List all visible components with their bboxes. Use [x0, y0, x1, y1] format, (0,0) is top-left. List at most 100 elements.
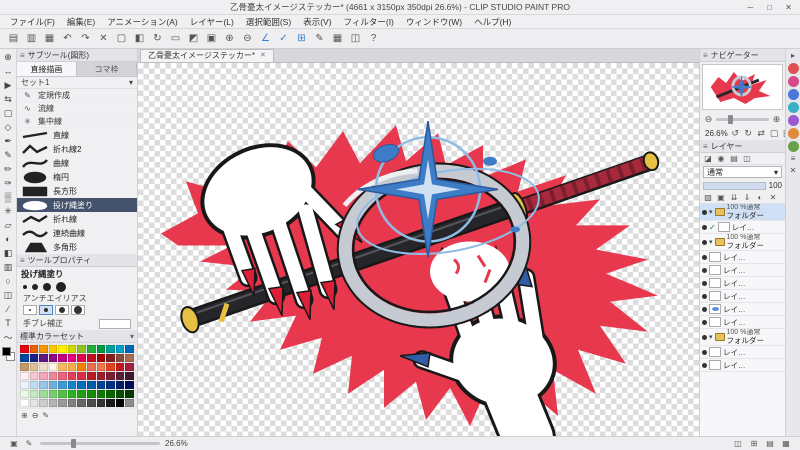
color-swatch[interactable]	[48, 381, 58, 389]
subtool-group-1[interactable]: ✎ 定規作成	[17, 89, 137, 102]
pencil-tool[interactable]: ✏	[1, 162, 16, 176]
merge-down-icon[interactable]: ⇓	[742, 193, 752, 202]
deselect-icon[interactable]: ▭	[167, 31, 184, 47]
zoom-out-icon[interactable]: ⊖	[703, 114, 714, 125]
line-correction-tool[interactable]: 〜	[1, 330, 16, 344]
flip-horizontal-icon[interactable]: ⇄	[756, 128, 767, 139]
new-layer-icon[interactable]: ▧	[703, 193, 713, 202]
text-tool[interactable]: T	[1, 316, 16, 330]
color-swatch[interactable]	[58, 345, 67, 353]
transfer-down-icon[interactable]: ⇊	[729, 193, 739, 202]
color-swatch[interactable]	[125, 381, 134, 389]
layer-row[interactable]: レイ…	[700, 303, 785, 316]
color-swatch[interactable]	[29, 390, 39, 398]
color-swatch[interactable]	[87, 372, 96, 380]
color-swatch[interactable]	[87, 390, 96, 398]
delete-outside-selection-icon[interactable]: ▢	[113, 31, 130, 47]
subtool-item-9[interactable]: 多角形	[17, 240, 137, 254]
color-swatch[interactable]	[67, 372, 77, 380]
two-pane-icon[interactable]: ◫	[742, 154, 752, 163]
color-swatch[interactable]	[77, 390, 87, 398]
color-swatch[interactable]	[115, 390, 125, 398]
subtool-item-8[interactable]: 連続曲線	[17, 226, 137, 240]
chevron-down-icon[interactable]: ▾	[130, 332, 134, 341]
visibility-eye-icon[interactable]	[702, 349, 707, 355]
zoom-tool[interactable]: ⊕	[1, 50, 16, 64]
layer-row[interactable]: ✓ レイ…	[700, 221, 785, 234]
visibility-eye-icon[interactable]	[702, 306, 707, 312]
color-swatch[interactable]	[20, 399, 29, 407]
subtool-tab-1[interactable]: 直接描画	[17, 62, 77, 76]
pen-settings-icon[interactable]: ✎	[311, 31, 328, 47]
grid-toggle-icon[interactable]: ▦	[329, 31, 346, 47]
color-swatch[interactable]	[115, 399, 125, 407]
main-color-swatch[interactable]	[1, 347, 11, 356]
material-list-icon[interactable]: ≡	[787, 154, 799, 164]
color-swatch[interactable]	[39, 345, 48, 353]
edit-color-icon[interactable]: ✎	[42, 411, 49, 420]
layer-color-icon[interactable]: ◪	[703, 154, 713, 163]
color-swatch[interactable]	[29, 381, 39, 389]
color-swatch[interactable]	[29, 372, 39, 380]
visibility-eye-icon[interactable]	[702, 280, 707, 286]
color-swatch[interactable]	[96, 372, 106, 380]
material-download-icon[interactable]	[787, 76, 799, 87]
color-swatch[interactable]	[115, 363, 125, 371]
color-swatch[interactable]	[106, 354, 115, 362]
pen-tool[interactable]: ✎	[1, 148, 16, 162]
visibility-eye-icon[interactable]	[702, 334, 707, 340]
material-3d-icon[interactable]	[787, 141, 799, 152]
grid-status-icon[interactable]: ⊞	[748, 439, 760, 448]
material-monochrome-icon[interactable]	[787, 102, 799, 113]
collapse-panel-icon[interactable]: ▸	[787, 51, 799, 61]
color-swatch[interactable]	[48, 363, 58, 371]
snap-grid-icon[interactable]: ⊞	[293, 31, 310, 47]
color-swatch[interactable]	[125, 354, 134, 362]
move-tool[interactable]: ↔	[1, 64, 16, 78]
color-swatch[interactable]	[106, 372, 115, 380]
redo-icon[interactable]: ↷	[77, 31, 94, 47]
operation-tool[interactable]: ▶	[1, 78, 16, 92]
color-swatch[interactable]	[29, 363, 39, 371]
layer-search-icon[interactable]: ◉	[716, 154, 726, 163]
maximize-button[interactable]: □	[760, 0, 779, 14]
layer-row[interactable]: レイ…	[700, 346, 785, 359]
color-swatch[interactable]	[20, 390, 29, 398]
color-swatch[interactable]	[48, 345, 58, 353]
ruler-tool[interactable]: ∕	[1, 302, 16, 316]
canvas-document[interactable]	[138, 63, 699, 436]
zoom-slider[interactable]	[716, 114, 769, 124]
color-swatch[interactable]	[39, 390, 48, 398]
color-swatch[interactable]	[115, 345, 125, 353]
fill-tool[interactable]: ◧	[1, 246, 16, 260]
rotate-left-icon[interactable]: ↺	[730, 128, 741, 139]
visibility-eye-icon[interactable]	[702, 293, 707, 299]
color-swatch[interactable]	[48, 390, 58, 398]
airbrush-tool[interactable]: ▒	[1, 190, 16, 204]
open-file-icon[interactable]: ▥	[23, 31, 40, 47]
statusbar-zoom-slider[interactable]	[40, 439, 160, 448]
subtool-group-3[interactable]: ✳ 集中線	[17, 115, 137, 128]
color-swatch[interactable]	[96, 363, 106, 371]
brush-size-dot[interactable]	[56, 282, 66, 292]
subtool-item-4[interactable]: 楕円	[17, 170, 137, 184]
pen-pressure-status-icon[interactable]: ✎	[23, 439, 35, 448]
material-image-icon[interactable]	[787, 128, 799, 139]
remove-color-icon[interactable]: ⊖	[32, 411, 39, 420]
visibility-eye-icon[interactable]	[702, 319, 707, 325]
layer-row[interactable]: レイ…	[700, 316, 785, 329]
color-swatch[interactable]	[106, 345, 115, 353]
visibility-eye-icon[interactable]	[702, 224, 707, 230]
menu-item-4[interactable]: レイヤー(L)	[184, 15, 240, 29]
color-swatch[interactable]	[48, 399, 58, 407]
zoom-out-icon[interactable]: ⊖	[239, 31, 256, 47]
antialias-strong-option[interactable]	[71, 305, 85, 315]
stabilization-value-field[interactable]	[99, 318, 131, 329]
brush-size-dot[interactable]	[32, 284, 38, 290]
color-swatch[interactable]	[48, 354, 58, 362]
menu-item-2[interactable]: 編集(E)	[61, 15, 101, 29]
color-swatch[interactable]	[87, 354, 96, 362]
zoom-slider-handle[interactable]	[727, 114, 733, 124]
subtool-set-row[interactable]: セット1 ▾	[17, 77, 137, 89]
color-swatch[interactable]	[77, 381, 87, 389]
